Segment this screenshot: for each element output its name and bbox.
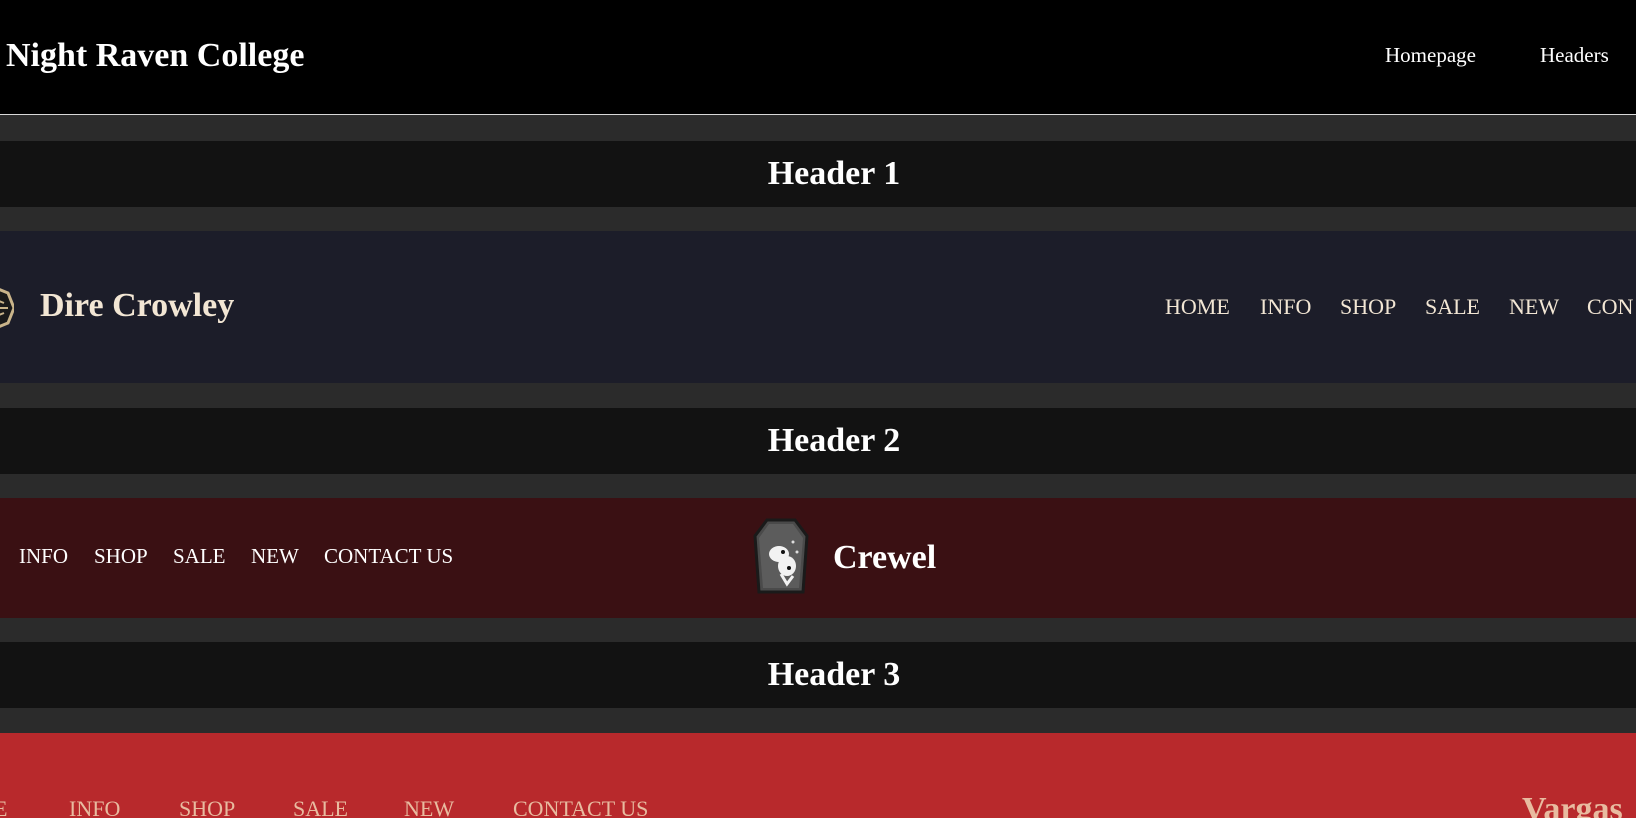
header2-nav-sale[interactable]: SALE <box>173 543 226 569</box>
header1-nav-new[interactable]: NEW <box>1509 294 1559 320</box>
header1-nav-info[interactable]: INFO <box>1260 294 1311 320</box>
header3-brand[interactable]: Vargas <box>1522 788 1623 818</box>
header2-nav-contact[interactable]: CONTACT US <box>324 543 453 569</box>
section-heading-2-title: Header 2 <box>767 422 901 459</box>
dalmatian-emblem-icon[interactable] <box>753 518 809 598</box>
header1-nav-contact[interactable]: CON <box>1587 294 1633 320</box>
site-title[interactable]: Night Raven College <box>6 34 304 78</box>
crow-mask-icon[interactable] <box>0 273 16 343</box>
header3-nav-contact[interactable]: CONTACT US <box>513 796 648 818</box>
header3-nav-sale[interactable]: SALE <box>293 796 348 818</box>
header1-nav-home[interactable]: HOME <box>1165 294 1230 320</box>
nav-link-homepage[interactable]: Homepage <box>1385 42 1476 68</box>
section-heading-2: Header 2 <box>0 408 1636 474</box>
header1-brand[interactable]: Dire Crowley <box>40 284 234 328</box>
section-heading-1-title: Header 1 <box>767 155 901 192</box>
header3-demo: E INFO SHOP SALE NEW CONTACT US Vargas <box>0 733 1636 818</box>
header2-nav-info[interactable]: INFO <box>19 543 68 569</box>
header2-nav-new[interactable]: NEW <box>251 543 299 569</box>
header2-demo: INFO SHOP SALE NEW CONTACT US Crewel <box>0 498 1636 618</box>
header1-nav-shop[interactable]: SHOP <box>1340 294 1396 320</box>
header1-demo: Dire Crowley HOME INFO SHOP SALE NEW CON <box>0 231 1636 383</box>
section-heading-1: Header 1 <box>0 141 1636 207</box>
header3-nav-info[interactable]: INFO <box>69 796 120 818</box>
header3-nav-new[interactable]: NEW <box>404 796 454 818</box>
header2-brand[interactable]: Crewel <box>833 536 936 580</box>
nav-link-headers[interactable]: Headers <box>1540 42 1609 68</box>
header1-nav-sale[interactable]: SALE <box>1425 294 1480 320</box>
site-header: Night Raven College Homepage Headers <box>0 0 1636 115</box>
header3-nav-shop[interactable]: SHOP <box>179 796 235 818</box>
header2-nav-shop[interactable]: SHOP <box>94 543 148 569</box>
section-heading-3-title: Header 3 <box>767 656 901 693</box>
header3-nav-home[interactable]: E <box>0 796 7 818</box>
section-heading-3: Header 3 <box>0 642 1636 708</box>
